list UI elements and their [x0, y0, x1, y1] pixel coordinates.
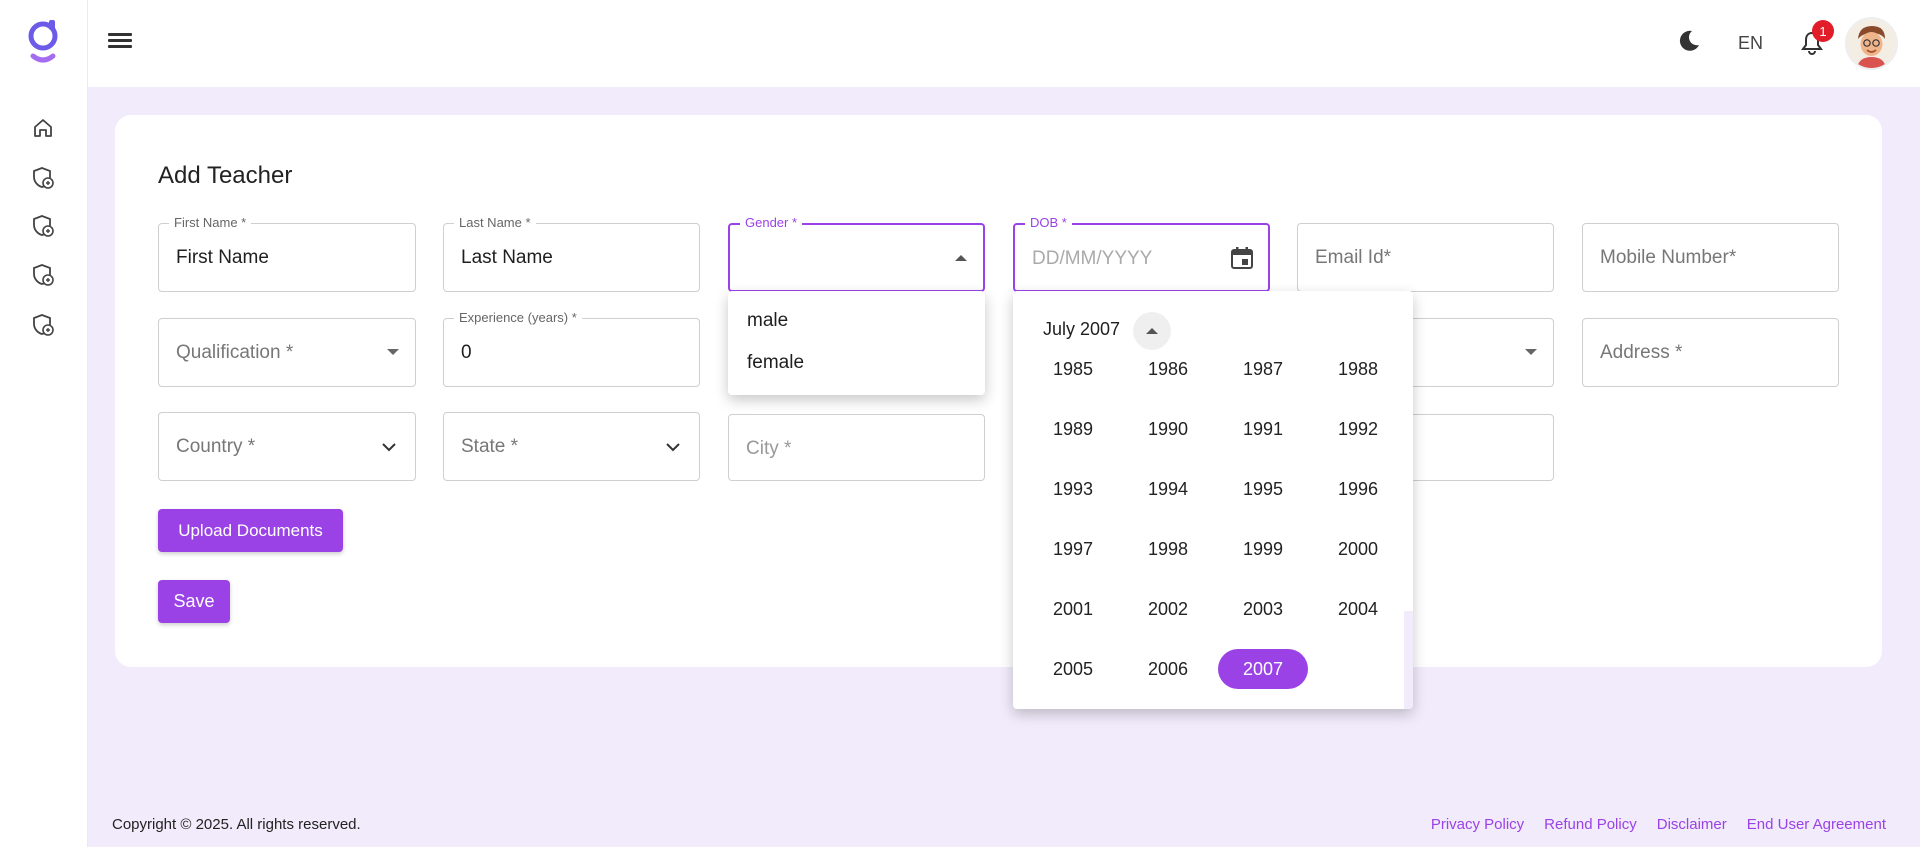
chevron-down-icon [382, 443, 396, 452]
country-select[interactable]: Country * [158, 412, 416, 481]
caret-down-icon [387, 349, 399, 355]
year-option[interactable]: 1996 [1313, 469, 1403, 509]
first-name-label: First Name * [169, 215, 252, 230]
sidebar [0, 0, 88, 847]
calendar-icon[interactable] [1229, 245, 1255, 271]
year-option[interactable]: 2007 [1218, 649, 1308, 689]
qualification-select[interactable]: Qualification * [158, 318, 416, 387]
year-option[interactable]: 2002 [1123, 589, 1213, 629]
country-placeholder: Country * [176, 436, 256, 457]
shield-icon[interactable] [29, 261, 57, 289]
last-name-label: Last Name * [454, 215, 536, 230]
year-option[interactable]: 1994 [1123, 469, 1213, 509]
page-title: Add Teacher [158, 162, 293, 189]
year-option[interactable]: 1995 [1218, 469, 1308, 509]
logo-icon [28, 20, 58, 63]
year-option[interactable]: 1999 [1218, 529, 1308, 569]
caret-up-icon [955, 255, 967, 261]
year-option[interactable]: 2004 [1313, 589, 1403, 629]
year-option[interactable]: 2003 [1218, 589, 1308, 629]
shield-icon[interactable] [29, 212, 57, 240]
copyright-text: Copyright © 2025. All rights reserved. [112, 816, 361, 833]
moon-icon[interactable] [1676, 28, 1702, 59]
year-option[interactable]: 1998 [1123, 529, 1213, 569]
gender-label: Gender * [740, 215, 803, 230]
year-option[interactable]: 1997 [1028, 529, 1118, 569]
refund-policy-link[interactable]: Refund Policy [1544, 816, 1637, 833]
caret-down-icon [1525, 349, 1537, 355]
year-grid: 1985 1986 1987 1988 1989 1990 1991 1992 1993 1994… [1026, 349, 1398, 689]
qualification-placeholder: Qualification * [176, 342, 294, 363]
year-option[interactable]: 2006 [1123, 649, 1213, 689]
year-option[interactable]: 1993 [1028, 469, 1118, 509]
dob-placeholder: DD/MM/YYYY [1032, 248, 1153, 269]
gender-option-male[interactable]: male [728, 300, 985, 342]
shield-icon[interactable] [29, 311, 57, 339]
mobile-placeholder: Mobile Number* [1600, 247, 1737, 268]
notifications-button[interactable]: 1 [1800, 20, 1834, 61]
year-option[interactable]: 1992 [1313, 409, 1403, 449]
language-selector[interactable]: EN [1738, 33, 1763, 54]
end-user-agreement-link[interactable]: End User Agreement [1747, 816, 1886, 833]
mobile-field[interactable]: Mobile Number* [1582, 223, 1839, 292]
year-option[interactable]: 1986 [1123, 349, 1213, 389]
footer-links: Privacy Policy Refund Policy Disclaimer … [1431, 816, 1886, 833]
year-option[interactable]: 1988 [1313, 349, 1403, 389]
email-placeholder: Email Id* [1315, 247, 1392, 268]
year-option[interactable]: 1989 [1028, 409, 1118, 449]
gender-select[interactable]: Gender * [728, 215, 985, 292]
year-option[interactable]: 1990 [1123, 409, 1213, 449]
state-select[interactable]: State * [443, 412, 700, 481]
last-name-field[interactable]: Last Name * Last Name [443, 215, 700, 292]
shield-icon[interactable] [29, 164, 57, 192]
date-picker: July 2007 1985 1986 1987 1988 1989 1990 1991 19… [1013, 291, 1413, 709]
caret-up-icon [1146, 328, 1158, 334]
privacy-policy-link[interactable]: Privacy Policy [1431, 816, 1524, 833]
address-placeholder: Address * [1600, 342, 1683, 363]
upload-documents-button[interactable]: Upload Documents [158, 509, 343, 552]
gender-option-female[interactable]: female [728, 342, 985, 384]
experience-value: 0 [461, 342, 472, 363]
first-name-field[interactable]: First Name * First Name [158, 215, 416, 292]
scrollbar[interactable] [1404, 611, 1413, 709]
year-option[interactable]: 1991 [1218, 409, 1308, 449]
avatar[interactable] [1845, 17, 1898, 70]
year-option[interactable]: 1985 [1028, 349, 1118, 389]
gender-menu: male female [728, 291, 985, 395]
notification-badge: 1 [1812, 20, 1834, 42]
top-header: EN 1 [88, 0, 1920, 87]
state-placeholder: State * [461, 436, 519, 457]
dob-field[interactable]: DOB * DD/MM/YYYY [1013, 215, 1270, 292]
city-placeholder: City * [746, 438, 792, 459]
month-label[interactable]: July 2007 [1043, 319, 1120, 340]
menu-icon[interactable] [108, 30, 132, 54]
experience-field[interactable]: Experience (years) * 0 [443, 310, 700, 387]
experience-label: Experience (years) * [454, 310, 582, 325]
city-field[interactable]: City * [728, 414, 985, 481]
address-field[interactable]: Address * [1582, 318, 1839, 387]
dob-label: DOB * [1025, 215, 1072, 230]
chevron-down-icon [666, 443, 680, 452]
first-name-value: First Name [176, 247, 269, 268]
save-button[interactable]: Save [158, 580, 230, 623]
form-card [115, 115, 1882, 667]
email-field[interactable]: Email Id* [1297, 223, 1554, 292]
year-option[interactable]: 2000 [1313, 529, 1403, 569]
last-name-value: Last Name [461, 247, 553, 268]
year-view-toggle[interactable] [1133, 312, 1171, 350]
disclaimer-link[interactable]: Disclaimer [1657, 816, 1727, 833]
home-icon[interactable] [29, 114, 57, 142]
year-option[interactable]: 1987 [1218, 349, 1308, 389]
year-option[interactable]: 2001 [1028, 589, 1118, 629]
year-option[interactable]: 2005 [1028, 649, 1118, 689]
